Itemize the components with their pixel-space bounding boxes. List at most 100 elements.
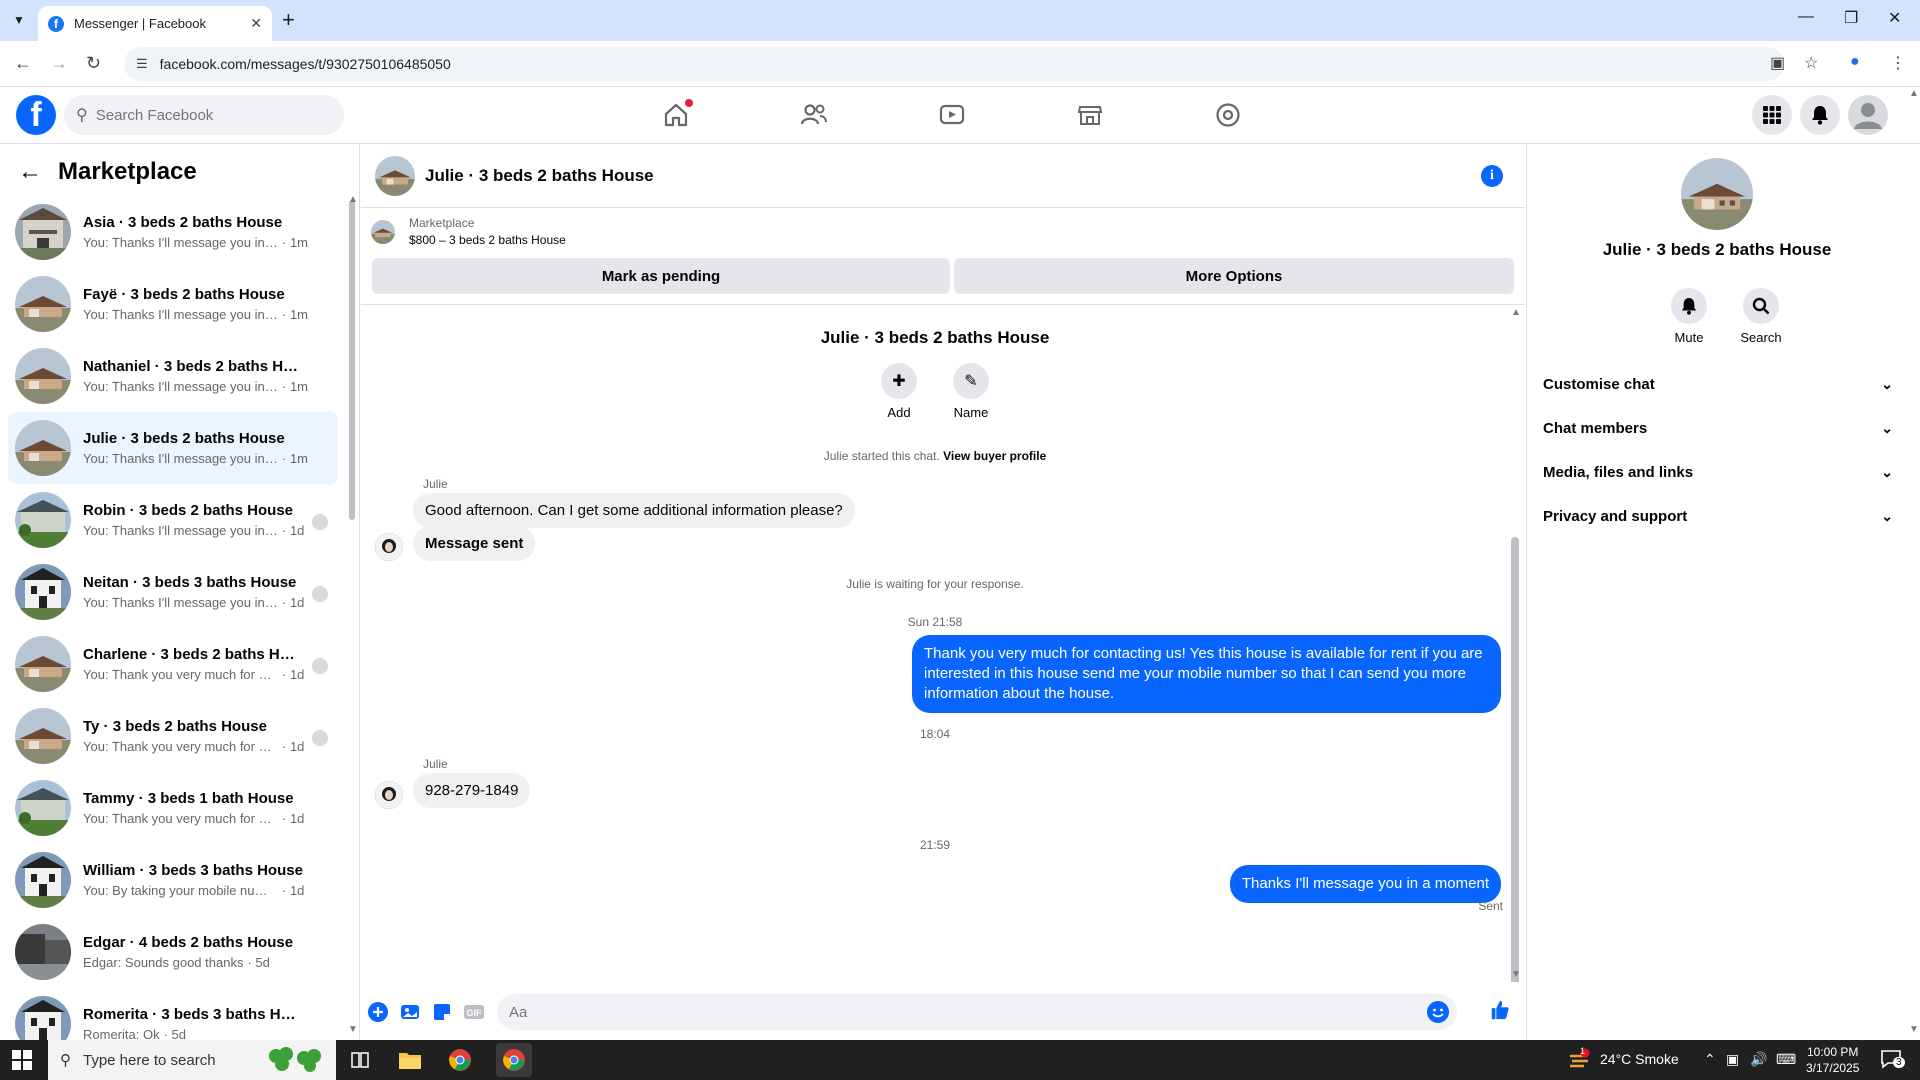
outgoing-message[interactable]: Thanks I'll message you in a moment — [1229, 865, 1501, 903]
conversation-item[interactable]: Nathaniel · 3 beds 2 baths House You: Tha… — [8, 340, 338, 412]
incoming-message[interactable]: 928-279-1849 — [413, 773, 531, 808]
tab-search-chevron-icon[interactable]: ▼ — [8, 9, 30, 31]
customise-chat-section[interactable]: Customise chat ⌄ — [1543, 366, 1893, 402]
weather-text[interactable]: 24°C Smoke — [1600, 1051, 1679, 1067]
install-app-icon[interactable]: ▣ — [1770, 53, 1785, 73]
conversation-item[interactable]: William · 3 beds 3 baths House You: By ta… — [8, 844, 338, 916]
back-icon[interactable]: ← — [14, 53, 32, 74]
volume-icon[interactable]: 🔊 — [1750, 1051, 1767, 1068]
privacy-support-section[interactable]: Privacy and support ⌄ — [1543, 498, 1893, 534]
like-thumb-icon[interactable] — [1489, 999, 1511, 1021]
conversation-item[interactable]: Fayë · 3 beds 2 baths House You: Thanks I… — [8, 268, 338, 340]
conversation-item[interactable]: Tammy · 3 beds 1 bath House You: Thank yo… — [8, 772, 338, 844]
media-files-links-section[interactable]: Media, files and links ⌄ — [1543, 454, 1893, 490]
conversation-name: Fayë · 3 beds 2 baths House — [83, 286, 285, 303]
scroll-up-arrow-icon[interactable]: ▲ — [348, 194, 358, 205]
conversation-item[interactable]: Charlene · 3 beds 2 baths Hou... You: Tha… — [8, 628, 338, 700]
sidebar-scrollbar[interactable] — [349, 200, 355, 520]
minimize-icon[interactable]: — — [1798, 8, 1814, 26]
search-action[interactable]: Search — [1731, 288, 1791, 345]
close-tab-icon[interactable]: ✕ — [250, 15, 262, 32]
site-info-icon[interactable]: ☰ — [136, 56, 148, 72]
taskbar-search[interactable]: ⚲ Type here to search — [48, 1040, 336, 1080]
video-icon[interactable] — [934, 97, 970, 133]
chat-avatar[interactable] — [375, 155, 415, 196]
chrome-menu-icon[interactable]: ⋮ — [1890, 53, 1906, 73]
scroll-up-arrow-icon[interactable]: ▲ — [1511, 307, 1521, 318]
marketplace-icon[interactable] — [1072, 97, 1108, 133]
file-explorer-icon[interactable] — [396, 1046, 424, 1074]
message-input[interactable] — [509, 1003, 1389, 1021]
mute-action[interactable]: Mute — [1659, 288, 1719, 345]
windows-start-icon[interactable] — [12, 1050, 32, 1070]
incoming-message[interactable]: Good afternoon. Can I get some additiona… — [413, 493, 855, 528]
emoji-icon[interactable] — [1427, 1001, 1449, 1023]
account-avatar-icon[interactable] — [1848, 95, 1888, 135]
chrome-icon[interactable] — [446, 1046, 474, 1074]
chevron-down-icon: ⌄ — [1881, 375, 1893, 392]
chat-title[interactable]: Julie · 3 beds 2 baths House — [425, 166, 654, 186]
conversation-item[interactable]: Ty · 3 beds 2 baths House You: Thank you … — [8, 700, 338, 772]
forward-icon[interactable]: → — [50, 53, 68, 74]
gaming-icon[interactable] — [1210, 97, 1246, 133]
sticker-icon[interactable] — [431, 1001, 453, 1023]
photo-icon[interactable] — [399, 1001, 421, 1023]
mark-pending-button[interactable]: Mark as pending — [372, 258, 950, 294]
more-options-button[interactable]: More Options — [954, 258, 1514, 294]
facebook-search-input[interactable] — [95, 106, 296, 124]
sender-avatar[interactable] — [375, 781, 403, 809]
chat-members-section[interactable]: Chat members ⌄ — [1543, 410, 1893, 446]
notification-center-icon[interactable]: 3 — [1880, 1048, 1905, 1073]
conversation-item[interactable]: Edgar · 4 beds 2 baths House Edgar: Sound… — [8, 916, 338, 988]
scroll-up-arrow-icon[interactable]: ▲ — [1909, 88, 1919, 99]
notifications-bell-icon[interactable] — [1800, 95, 1840, 135]
reload-icon[interactable]: ↻ — [86, 53, 101, 74]
plus-icon[interactable] — [367, 1001, 389, 1023]
weather-icon[interactable]: 1 — [1568, 1046, 1590, 1073]
profile-icon[interactable]: ● — [1850, 53, 1860, 71]
menu-grid-icon[interactable] — [1752, 95, 1792, 135]
back-arrow-icon[interactable]: ← — [18, 158, 42, 186]
scroll-down-arrow-icon[interactable]: ▼ — [348, 1024, 358, 1035]
facebook-logo-icon[interactable]: f — [16, 95, 56, 135]
timestamp: Sun 21:58 — [907, 615, 963, 629]
details-avatar[interactable] — [1681, 158, 1753, 230]
conversation-text: Nathaniel · 3 beds 2 baths House You: Tha… — [83, 358, 338, 394]
sent-status: Sent — [1478, 899, 1503, 913]
conversation-item[interactable]: Neitan · 3 beds 3 baths House You: Thanks… — [8, 556, 338, 628]
taskbar-clock[interactable]: 10:00 PM 3/17/2025 — [1806, 1044, 1859, 1076]
name-action[interactable]: ✎ Name — [941, 363, 1001, 420]
gif-icon[interactable]: GIF — [463, 1001, 485, 1023]
view-buyer-profile-link[interactable]: View buyer profile — [943, 449, 1046, 463]
conversation-item[interactable]: Robin · 3 beds 2 baths House You: Thanks … — [8, 484, 338, 556]
scroll-down-arrow-icon[interactable]: ▼ — [1511, 969, 1521, 980]
conversation-name: Charlene · 3 beds 2 baths Hou... — [83, 646, 303, 663]
info-icon[interactable]: i — [1481, 165, 1503, 187]
restore-icon[interactable]: ❐ — [1844, 8, 1858, 28]
add-people-action[interactable]: ✚ Add — [869, 363, 929, 420]
conversation-item[interactable]: Julie · 3 beds 2 baths House You: Thanks … — [8, 412, 338, 484]
keyboard-icon[interactable]: ⌨ — [1776, 1051, 1796, 1068]
network-icon[interactable]: ▣ — [1726, 1051, 1739, 1068]
conversation-name: Neitan · 3 beds 3 baths House — [83, 574, 297, 591]
thread-scrollbar[interactable] — [1511, 537, 1519, 982]
new-tab-icon[interactable]: + — [282, 9, 295, 31]
chrome-active-icon[interactable] — [496, 1043, 532, 1077]
bookmark-star-icon[interactable]: ☆ — [1804, 53, 1818, 73]
hidden-icons-chevron-icon[interactable]: ⌃ — [1704, 1051, 1716, 1068]
close-window-icon[interactable]: ✕ — [1888, 8, 1901, 28]
home-icon[interactable] — [658, 97, 694, 133]
incoming-message[interactable]: Message sent — [413, 526, 536, 561]
facebook-search[interactable]: ⚲ — [64, 95, 344, 135]
outgoing-message[interactable]: Thank you very much for contacting us! Y… — [912, 635, 1501, 713]
friends-icon[interactable] — [796, 97, 832, 133]
scroll-down-arrow-icon[interactable]: ▼ — [1909, 1024, 1919, 1035]
message-input-box[interactable] — [497, 994, 1457, 1030]
conversation-item[interactable]: Romerita · 3 beds 3 baths House Romerita:… — [8, 988, 338, 1040]
sender-avatar[interactable] — [375, 533, 403, 561]
url-bar[interactable]: ☰ facebook.com/messages/t/93027501064850… — [124, 47, 1784, 81]
task-view-icon[interactable] — [346, 1046, 374, 1074]
listing-row[interactable]: Marketplace $800 – 3 beds 2 baths House — [371, 216, 566, 247]
browser-tab[interactable]: f Messenger | Facebook ✕ — [38, 6, 272, 41]
conversation-item[interactable]: Asia · 3 beds 2 baths House You: Thanks I… — [8, 196, 338, 268]
